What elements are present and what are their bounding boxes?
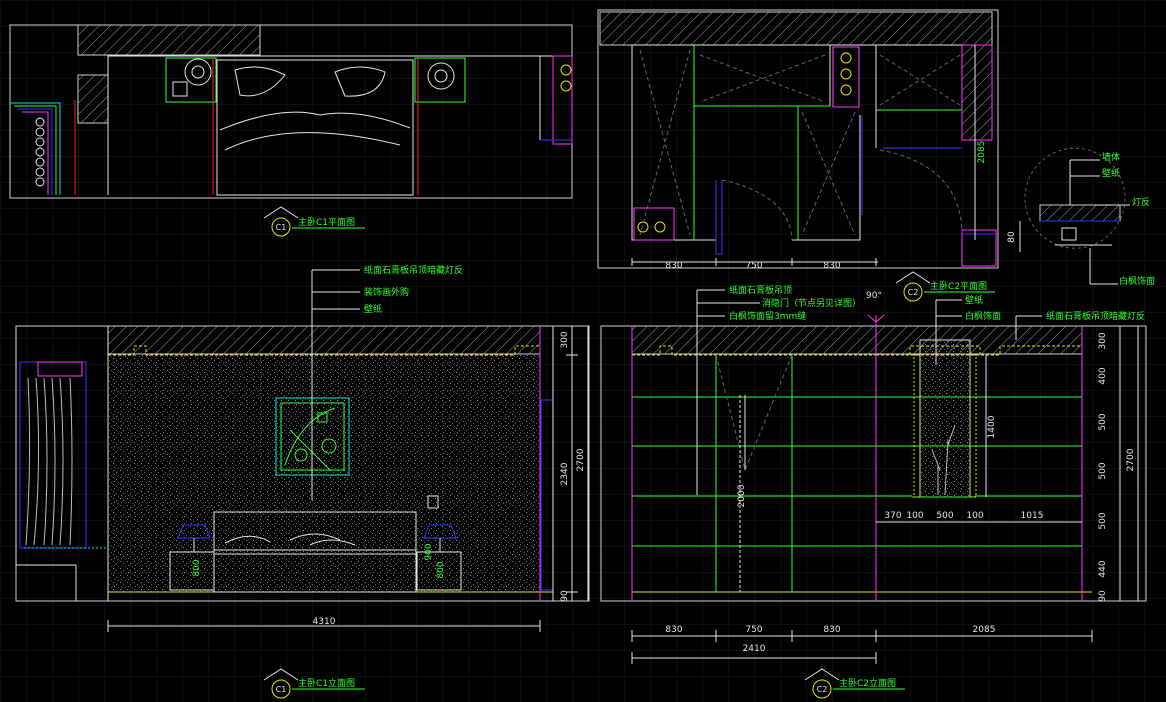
c2-bottom-dim-3: 830 — [823, 625, 840, 635]
c2-niche-dim-2: 100 — [906, 511, 923, 521]
c2-plan-wall-hatch — [599, 11, 993, 46]
c2-door-angle: 90° — [866, 291, 882, 301]
title-c1-plan-label: 主卧C1平面图 — [298, 216, 355, 228]
c2-plan-dim-3: 830 — [823, 261, 840, 271]
c1-plan-wall-hatch-left — [77, 74, 109, 124]
c1-note-2: 装饰画外购 — [364, 286, 409, 298]
c2-right-dim-7: 90 — [1098, 590, 1108, 602]
title-c1-elev-mark: C1 — [276, 685, 287, 694]
c1-dim-total: 4310 — [313, 617, 336, 627]
c2-note-right: 纸面石膏板吊顶暗藏灯反 — [1046, 310, 1145, 322]
c1-dim-900: 900 — [424, 543, 434, 560]
c2-niche-dim-4: 100 — [966, 511, 983, 521]
c2-right-dim-2: 400 — [1098, 367, 1108, 384]
c2-right-dim-4: 500 — [1098, 462, 1108, 479]
c2-note-mid-2: 白枫饰面 — [965, 310, 1001, 322]
c1-elev-ceiling-hatch — [107, 325, 541, 355]
c2-plan-dim-2: 750 — [745, 261, 762, 271]
c2-bottom-dim-1: 830 — [665, 625, 682, 635]
c2-right-dim-3: 500 — [1098, 413, 1108, 430]
c2-note-left-1: 纸面石膏板吊顶 — [729, 284, 792, 296]
c1-dim-800-right: 800 — [436, 561, 446, 578]
detail-note-2: 壁纸 — [1102, 167, 1120, 179]
detail-note-3: 灯反 — [1132, 197, 1150, 208]
title-c2-elev-label: 主卧C2立面图 — [839, 677, 896, 689]
title-c2-plan-mark: C2 — [908, 288, 919, 297]
title-c2-elev-mark: C2 — [817, 685, 828, 694]
c2-niche-dim-5: 1015 — [1021, 511, 1044, 521]
c2-elev-ceiling-hatch — [631, 325, 1083, 355]
c2-bottom-dim-2: 750 — [745, 625, 762, 635]
c2-note-left-2: 消隐门（节点另见详图） — [762, 297, 861, 309]
c2-note-left-3: 白枫饰面留3mm缝 — [729, 310, 806, 322]
c2-niche-dim-3: 500 — [936, 511, 953, 521]
c2-plan-dim-height: 2085 — [977, 141, 987, 164]
detail-note-1: 墙体 — [1102, 151, 1120, 163]
c2-dim-2700: 2700 — [1126, 448, 1136, 471]
title-c1-plan-mark: C1 — [276, 223, 287, 232]
detail-dim: 80 — [1007, 231, 1017, 243]
title-c2-plan-label: 主卧C2平面图 — [930, 280, 987, 292]
c2-niche-dim-1: 370 — [884, 511, 901, 521]
c1-dim-90: 90 — [560, 590, 570, 602]
c2-niche-height: 1400 — [987, 415, 997, 438]
title-c1-elev-label: 主卧C1立面图 — [298, 677, 355, 689]
c2-plan-dim-1: 830 — [665, 261, 682, 271]
c2-right-dim-1: 300 — [1098, 332, 1108, 349]
c2-right-dim-6: 440 — [1098, 560, 1108, 577]
c2-bottom-dim-4: 2085 — [973, 625, 996, 635]
c1-note-1: 纸面石膏板吊顶暗藏灯反 — [364, 264, 463, 276]
c1-dim-2700: 2700 — [576, 448, 586, 471]
c2-elev-niche — [919, 339, 971, 498]
c1-note-3: 壁纸 — [364, 303, 382, 315]
c2-dim-2410: 2410 — [743, 644, 766, 654]
c2-note-mid-1: 壁纸 — [965, 294, 983, 306]
c1-plan-wall-hatch — [77, 24, 261, 56]
c1-dim-2340: 2340 — [560, 462, 570, 485]
c1-dim-800-left: 800 — [192, 559, 202, 576]
detail-note-4: 白枫饰面 — [1119, 275, 1155, 287]
c1-elev-wallpaper — [108, 355, 540, 592]
c2-dim-2000: 2000 — [737, 484, 747, 507]
c2-right-dim-5: 500 — [1098, 512, 1108, 529]
c1-dim-300: 300 — [560, 331, 570, 348]
cad-drawing-canvas: C1 主卧C1平面图 830 750 830 2085 C2 主卧C2平面图 墙… — [0, 0, 1166, 702]
